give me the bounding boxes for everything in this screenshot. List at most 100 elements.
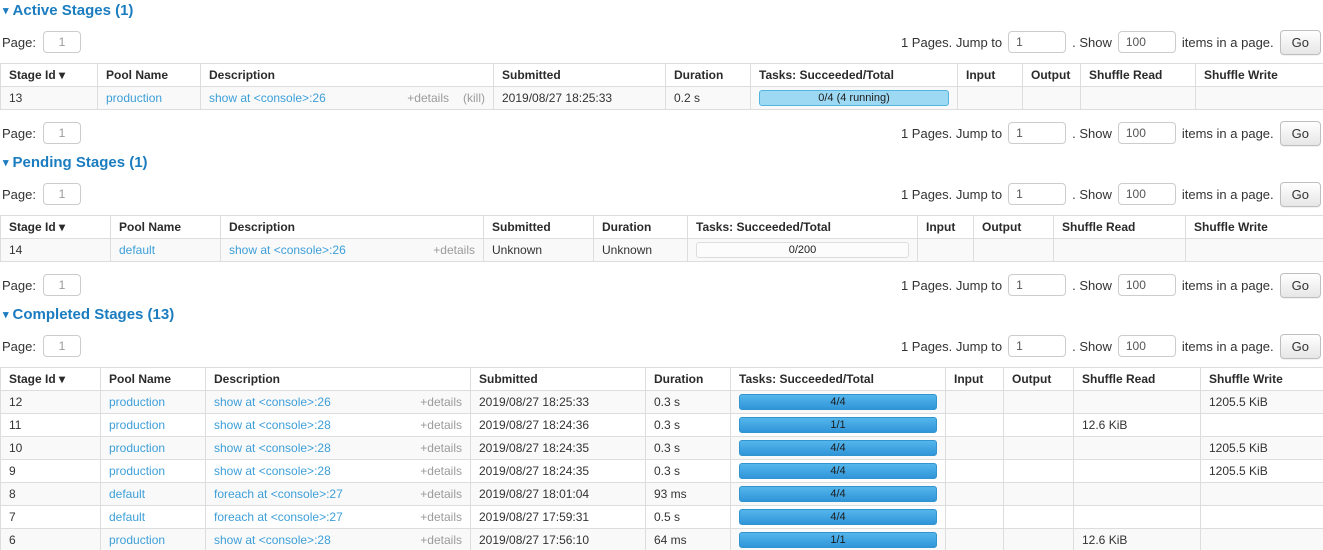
description-link[interactable]: show at <console>:26 (209, 91, 326, 105)
pool-name-link[interactable]: default (119, 243, 155, 257)
page-number-input[interactable] (43, 122, 81, 144)
column-header[interactable]: Submitted (484, 216, 594, 239)
description-link[interactable]: foreach at <console>:27 (214, 487, 343, 501)
description-link[interactable]: foreach at <console>:27 (214, 510, 343, 524)
collapse-arrow-icon: ▾ (3, 5, 9, 17)
column-header[interactable]: Description (221, 216, 484, 239)
column-header[interactable]: Submitted (471, 368, 646, 391)
pool-name-link[interactable]: production (109, 464, 165, 478)
column-header[interactable]: Stage Id ▾ (1, 64, 98, 87)
submitted-cell: 2019/08/27 17:56:10 (471, 529, 646, 550)
section-title-active-stages[interactable]: ▾Active Stages (1) (3, 2, 1320, 19)
description-link[interactable]: show at <console>:28 (214, 533, 331, 547)
pool-name-link[interactable]: production (106, 91, 162, 105)
description-link[interactable]: show at <console>:28 (214, 464, 331, 478)
column-header[interactable]: Input (946, 368, 1004, 391)
description-link[interactable]: show at <console>:26 (214, 395, 331, 409)
details-toggle[interactable]: +details (420, 487, 462, 501)
column-header[interactable]: Shuffle Write (1196, 64, 1323, 87)
column-header[interactable]: Shuffle Write (1186, 216, 1323, 239)
column-header[interactable]: Duration (646, 368, 731, 391)
section-title-completed-stages[interactable]: ▾Completed Stages (13) (3, 306, 1320, 323)
page-number-input[interactable] (43, 335, 81, 357)
pending-stages-table: Stage Id ▾Pool NameDescriptionSubmittedD… (0, 215, 1323, 262)
page-number-input[interactable] (43, 183, 81, 205)
stage-id-cell: 9 (1, 460, 101, 483)
column-header[interactable]: Shuffle Read (1074, 368, 1201, 391)
stage-row: 6productionshow at <console>:28+details2… (1, 529, 1323, 550)
page-size-input[interactable] (1118, 335, 1176, 357)
details-toggle[interactable]: +details (420, 441, 462, 455)
page-number-input[interactable] (43, 274, 81, 296)
pool-name-link[interactable]: production (109, 533, 165, 547)
details-toggle[interactable]: +details (433, 243, 475, 257)
column-header[interactable]: Tasks: Succeeded/Total (751, 64, 958, 87)
page-indicator: Page: (2, 183, 81, 205)
pool-name-link[interactable]: production (109, 441, 165, 455)
shuffle-read-cell (1074, 483, 1201, 506)
details-toggle[interactable]: +details (420, 418, 462, 432)
tasks-progress-label: 1/1 (740, 533, 936, 548)
column-header[interactable]: Input (918, 216, 974, 239)
input-cell (946, 437, 1004, 460)
pool-name-cell: default (101, 506, 206, 529)
pool-name-link[interactable]: default (109, 487, 145, 501)
page-size-input[interactable] (1118, 31, 1176, 53)
column-header[interactable]: Description (201, 64, 494, 87)
jump-to-page-input[interactable] (1008, 335, 1066, 357)
description-cell: foreach at <console>:27 +details (206, 506, 471, 529)
tasks-cell: 4/4 (731, 460, 946, 483)
column-header[interactable]: Stage Id ▾ (1, 216, 111, 239)
description-link[interactable]: show at <console>:26 (229, 243, 346, 257)
column-header[interactable]: Duration (594, 216, 688, 239)
details-toggle[interactable]: +details (420, 395, 462, 409)
kill-link[interactable]: (kill) (463, 91, 485, 105)
column-header[interactable]: Description (206, 368, 471, 391)
pool-name-link[interactable]: production (109, 418, 165, 432)
pool-name-link[interactable]: production (109, 395, 165, 409)
details-toggle[interactable]: +details (420, 464, 462, 478)
jump-to-page-input[interactable] (1008, 122, 1066, 144)
column-header[interactable]: Shuffle Read (1081, 64, 1196, 87)
jump-to-page-input[interactable] (1008, 274, 1066, 296)
column-header[interactable]: Submitted (494, 64, 666, 87)
column-header[interactable]: Tasks: Succeeded/Total (731, 368, 946, 391)
column-header[interactable]: Duration (666, 64, 751, 87)
shuffle-write-cell (1186, 239, 1323, 262)
jump-to-page-input[interactable] (1008, 183, 1066, 205)
pool-name-link[interactable]: default (109, 510, 145, 524)
details-toggle[interactable]: +details (420, 510, 462, 524)
column-header[interactable]: Shuffle Read (1054, 216, 1186, 239)
go-button[interactable]: Go (1280, 273, 1321, 298)
collapse-arrow-icon: ▾ (3, 309, 9, 321)
page-size-input[interactable] (1118, 274, 1176, 296)
details-toggle[interactable]: +details (420, 533, 462, 547)
column-header[interactable]: Tasks: Succeeded/Total (688, 216, 918, 239)
shuffle-read-cell (1074, 460, 1201, 483)
go-button[interactable]: Go (1280, 182, 1321, 207)
column-header[interactable]: Input (958, 64, 1023, 87)
details-toggle[interactable]: +details (407, 91, 449, 105)
description-link[interactable]: show at <console>:28 (214, 441, 331, 455)
column-header[interactable]: Output (1023, 64, 1081, 87)
column-header[interactable]: Pool Name (111, 216, 221, 239)
column-header[interactable]: Output (1004, 368, 1074, 391)
tasks-progress-bar: 4/4 (739, 463, 937, 479)
tasks-cell: 4/4 (731, 483, 946, 506)
page-indicator: Page: (2, 122, 81, 144)
description-link[interactable]: show at <console>:28 (214, 418, 331, 432)
page-number-input[interactable] (43, 31, 81, 53)
column-header[interactable]: Pool Name (98, 64, 201, 87)
column-header[interactable]: Pool Name (101, 368, 206, 391)
jump-to-page-input[interactable] (1008, 31, 1066, 53)
show-label: . Show (1072, 126, 1112, 141)
section-title-pending-stages[interactable]: ▾Pending Stages (1) (3, 154, 1320, 171)
column-header[interactable]: Output (974, 216, 1054, 239)
go-button[interactable]: Go (1280, 30, 1321, 55)
go-button[interactable]: Go (1280, 121, 1321, 146)
page-size-input[interactable] (1118, 183, 1176, 205)
column-header[interactable]: Shuffle Write (1201, 368, 1323, 391)
page-size-input[interactable] (1118, 122, 1176, 144)
go-button[interactable]: Go (1280, 334, 1321, 359)
column-header[interactable]: Stage Id ▾ (1, 368, 101, 391)
